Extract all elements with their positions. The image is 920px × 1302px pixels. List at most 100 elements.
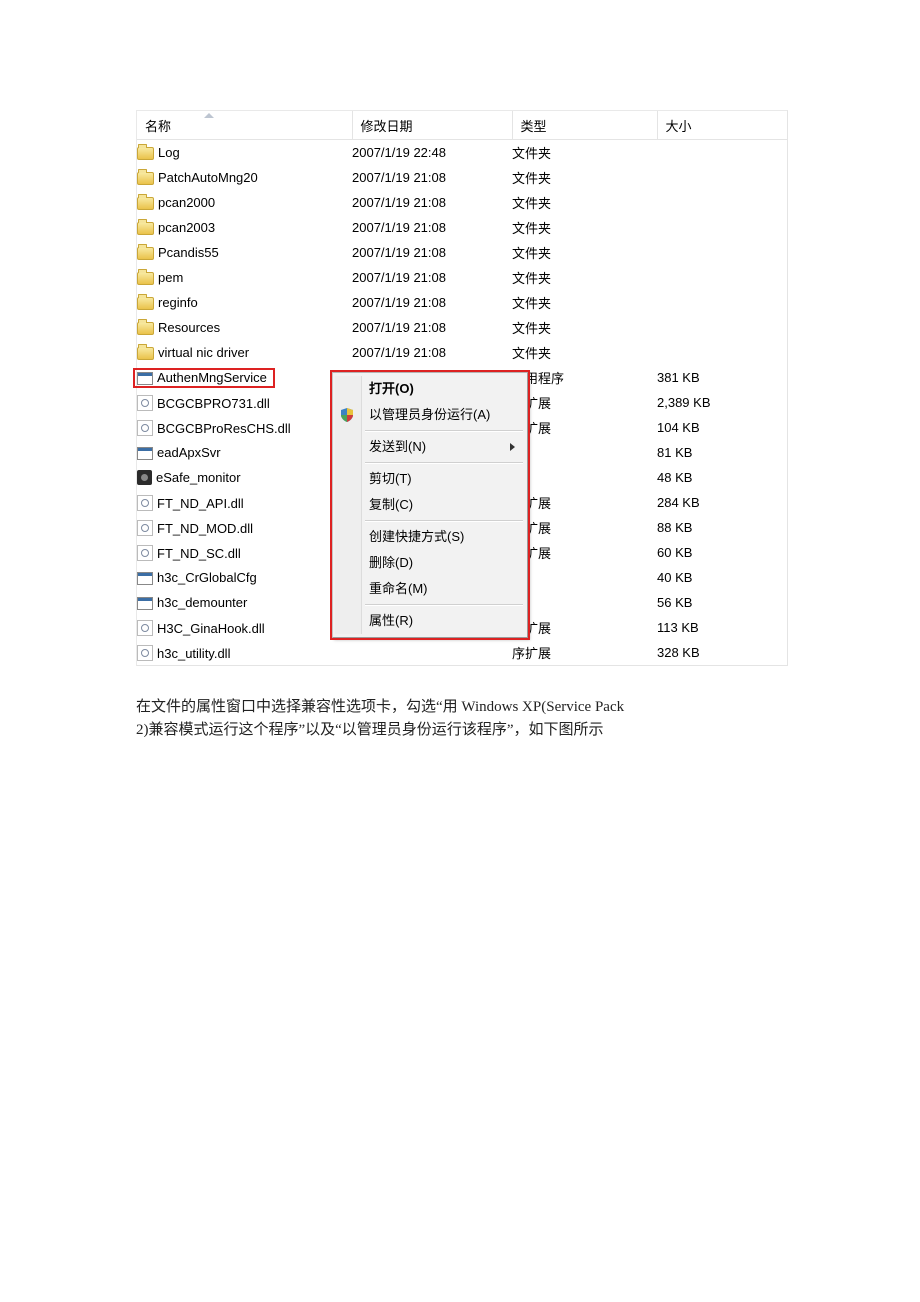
table-row[interactable]: reginfo2007/1/19 21:08文件夹 (137, 290, 787, 315)
ctx-cut[interactable]: 剪切(T) (335, 466, 525, 492)
file-type-cell: 序扩展 (512, 515, 657, 540)
ctx-properties[interactable]: 属性(R) (335, 608, 525, 634)
folder-icon (137, 197, 154, 210)
submenu-arrow-icon (510, 443, 515, 451)
file-size-cell: 56 KB (657, 590, 787, 615)
file-name-cell[interactable]: FT_ND_API.dll (137, 490, 352, 515)
file-size-cell: 381 KB (657, 365, 787, 390)
file-name-label: Resources (158, 320, 220, 335)
dll-icon (137, 495, 153, 511)
file-size-cell: 81 KB (657, 440, 787, 465)
table-row[interactable]: pcan20002007/1/19 21:08文件夹 (137, 190, 787, 215)
file-type-cell: 文件夹 (512, 215, 657, 240)
file-date-cell: 2007/1/19 21:08 (352, 290, 512, 315)
file-name-label: h3c_CrGlobalCfg (157, 570, 257, 585)
file-size-cell: 48 KB (657, 465, 787, 490)
file-name-label: pcan2000 (158, 195, 215, 210)
dll-icon (137, 520, 153, 536)
application-icon (137, 372, 153, 385)
file-name-cell[interactable]: pcan2003 (137, 215, 352, 240)
file-name-cell[interactable]: AuthenMngService (137, 365, 352, 390)
file-name-label: virtual nic driver (158, 345, 249, 360)
file-type-cell: 序扩展 (512, 415, 657, 440)
file-type-cell: 文件夹 (512, 165, 657, 190)
file-size-cell: 284 KB (657, 490, 787, 515)
file-name-cell[interactable]: Pcandis55 (137, 240, 352, 265)
file-size-cell (657, 215, 787, 240)
file-name-cell[interactable]: pem (137, 265, 352, 290)
file-name-cell[interactable]: eSafe_monitor (137, 465, 352, 490)
table-row[interactable]: Pcandis552007/1/19 21:08文件夹 (137, 240, 787, 265)
file-type-cell: 序 (512, 565, 657, 590)
file-name-cell[interactable]: h3c_utility.dll (137, 640, 352, 665)
table-row[interactable]: h3c_utility.dll序扩展328 KB (137, 640, 787, 665)
application-icon (137, 572, 153, 585)
file-size-cell (657, 315, 787, 340)
file-size-cell: 60 KB (657, 540, 787, 565)
dll-icon (137, 620, 153, 636)
ctx-rename[interactable]: 重命名(M) (335, 576, 525, 602)
file-name-cell[interactable]: Log (137, 140, 352, 166)
column-header-name[interactable]: 名称 (137, 111, 352, 140)
folder-icon (137, 322, 154, 335)
file-type-cell: 序扩展 (512, 390, 657, 415)
dll-icon (137, 420, 153, 436)
file-type-cell: 序扩展 (512, 640, 657, 665)
file-name-cell[interactable]: virtual nic driver (137, 340, 352, 365)
table-row[interactable]: PatchAutoMng202007/1/19 21:08文件夹 (137, 165, 787, 190)
ctx-delete[interactable]: 删除(D) (335, 550, 525, 576)
application-icon (137, 447, 153, 460)
column-header-type[interactable]: 类型 (512, 111, 657, 140)
file-name-cell[interactable]: H3C_GinaHook.dll (137, 615, 352, 640)
ctx-copy[interactable]: 复制(C) (335, 492, 525, 518)
instruction-line-2: 2)兼容模式运行这个程序”以及“以管理员身份运行该程序”，如下图所示 (136, 722, 603, 738)
file-name-label: Log (158, 145, 180, 160)
ctx-run-as-admin[interactable]: 以管理员身份运行(A) (335, 402, 525, 428)
table-row[interactable]: pcan2003 2007/1/19 21:08文件夹 (137, 215, 787, 240)
file-size-cell (657, 265, 787, 290)
file-date-cell: 2007/1/19 21:08 (352, 215, 512, 240)
file-name-cell[interactable]: h3c_demounter (137, 590, 352, 615)
file-name-cell[interactable]: BCGCBPRO731.dll (137, 390, 352, 415)
file-name-cell[interactable]: FT_ND_MOD.dll (137, 515, 352, 540)
table-row[interactable]: pem2007/1/19 21:08文件夹 (137, 265, 787, 290)
file-name-label: FT_ND_MOD.dll (157, 521, 253, 536)
monitor-icon (137, 470, 152, 485)
file-date-cell: 2007/1/19 21:08 (352, 340, 512, 365)
context-menu-separator (365, 462, 523, 464)
file-type-cell: 序 (512, 590, 657, 615)
uac-shield-icon (341, 408, 353, 422)
file-name-label: PatchAutoMng20 (158, 170, 258, 185)
file-date-cell: 2007/1/19 22:48 (352, 140, 512, 166)
file-type-cell: 文件夹 (512, 140, 657, 166)
file-name-cell[interactable]: Resources (137, 315, 352, 340)
ctx-open[interactable]: 打开(O) (335, 376, 525, 402)
file-name-cell[interactable]: pcan2000 (137, 190, 352, 215)
file-name-label: H3C_GinaHook.dll (157, 621, 265, 636)
file-type-cell: 文件夹 (512, 240, 657, 265)
table-row[interactable]: virtual nic driver2007/1/19 21:08文件夹 (137, 340, 787, 365)
file-name-cell[interactable]: FT_ND_SC.dll (137, 540, 352, 565)
file-name-cell[interactable]: eadApxSvr (137, 440, 352, 465)
file-name-cell[interactable]: reginfo (137, 290, 352, 315)
file-type-cell: 序 (512, 465, 657, 490)
sort-indicator-icon (204, 113, 214, 118)
context-menu: 打开(O) 以管理员身份运行(A) 发送到(N) 剪切(T) 复制(C) 创建快… (332, 372, 528, 638)
column-header-size[interactable]: 大小 (657, 111, 787, 140)
file-name-cell[interactable]: BCGCBProResCHS.dll (137, 415, 352, 440)
column-header-date[interactable]: 修改日期 (352, 111, 512, 140)
ctx-send-to[interactable]: 发送到(N) (335, 434, 525, 460)
dll-icon (137, 545, 153, 561)
file-name-label: pcan2003 (158, 220, 215, 235)
file-name-label: h3c_demounter (157, 595, 247, 610)
instruction-paragraph: 在文件的属性窗口中选择兼容性选项卡，勾选“用 Windows XP(Servic… (136, 696, 786, 743)
column-header-name-label: 名称 (145, 119, 171, 134)
file-size-cell (657, 290, 787, 315)
file-type-cell: 序扩展 (512, 540, 657, 565)
dll-icon (137, 645, 153, 661)
ctx-create-shortcut[interactable]: 创建快捷方式(S) (335, 524, 525, 550)
table-row[interactable]: Log 2007/1/19 22:48文件夹 (137, 140, 787, 166)
file-name-cell[interactable]: h3c_CrGlobalCfg (137, 565, 352, 590)
table-row[interactable]: Resources2007/1/19 21:08文件夹 (137, 315, 787, 340)
file-name-cell[interactable]: PatchAutoMng20 (137, 165, 352, 190)
